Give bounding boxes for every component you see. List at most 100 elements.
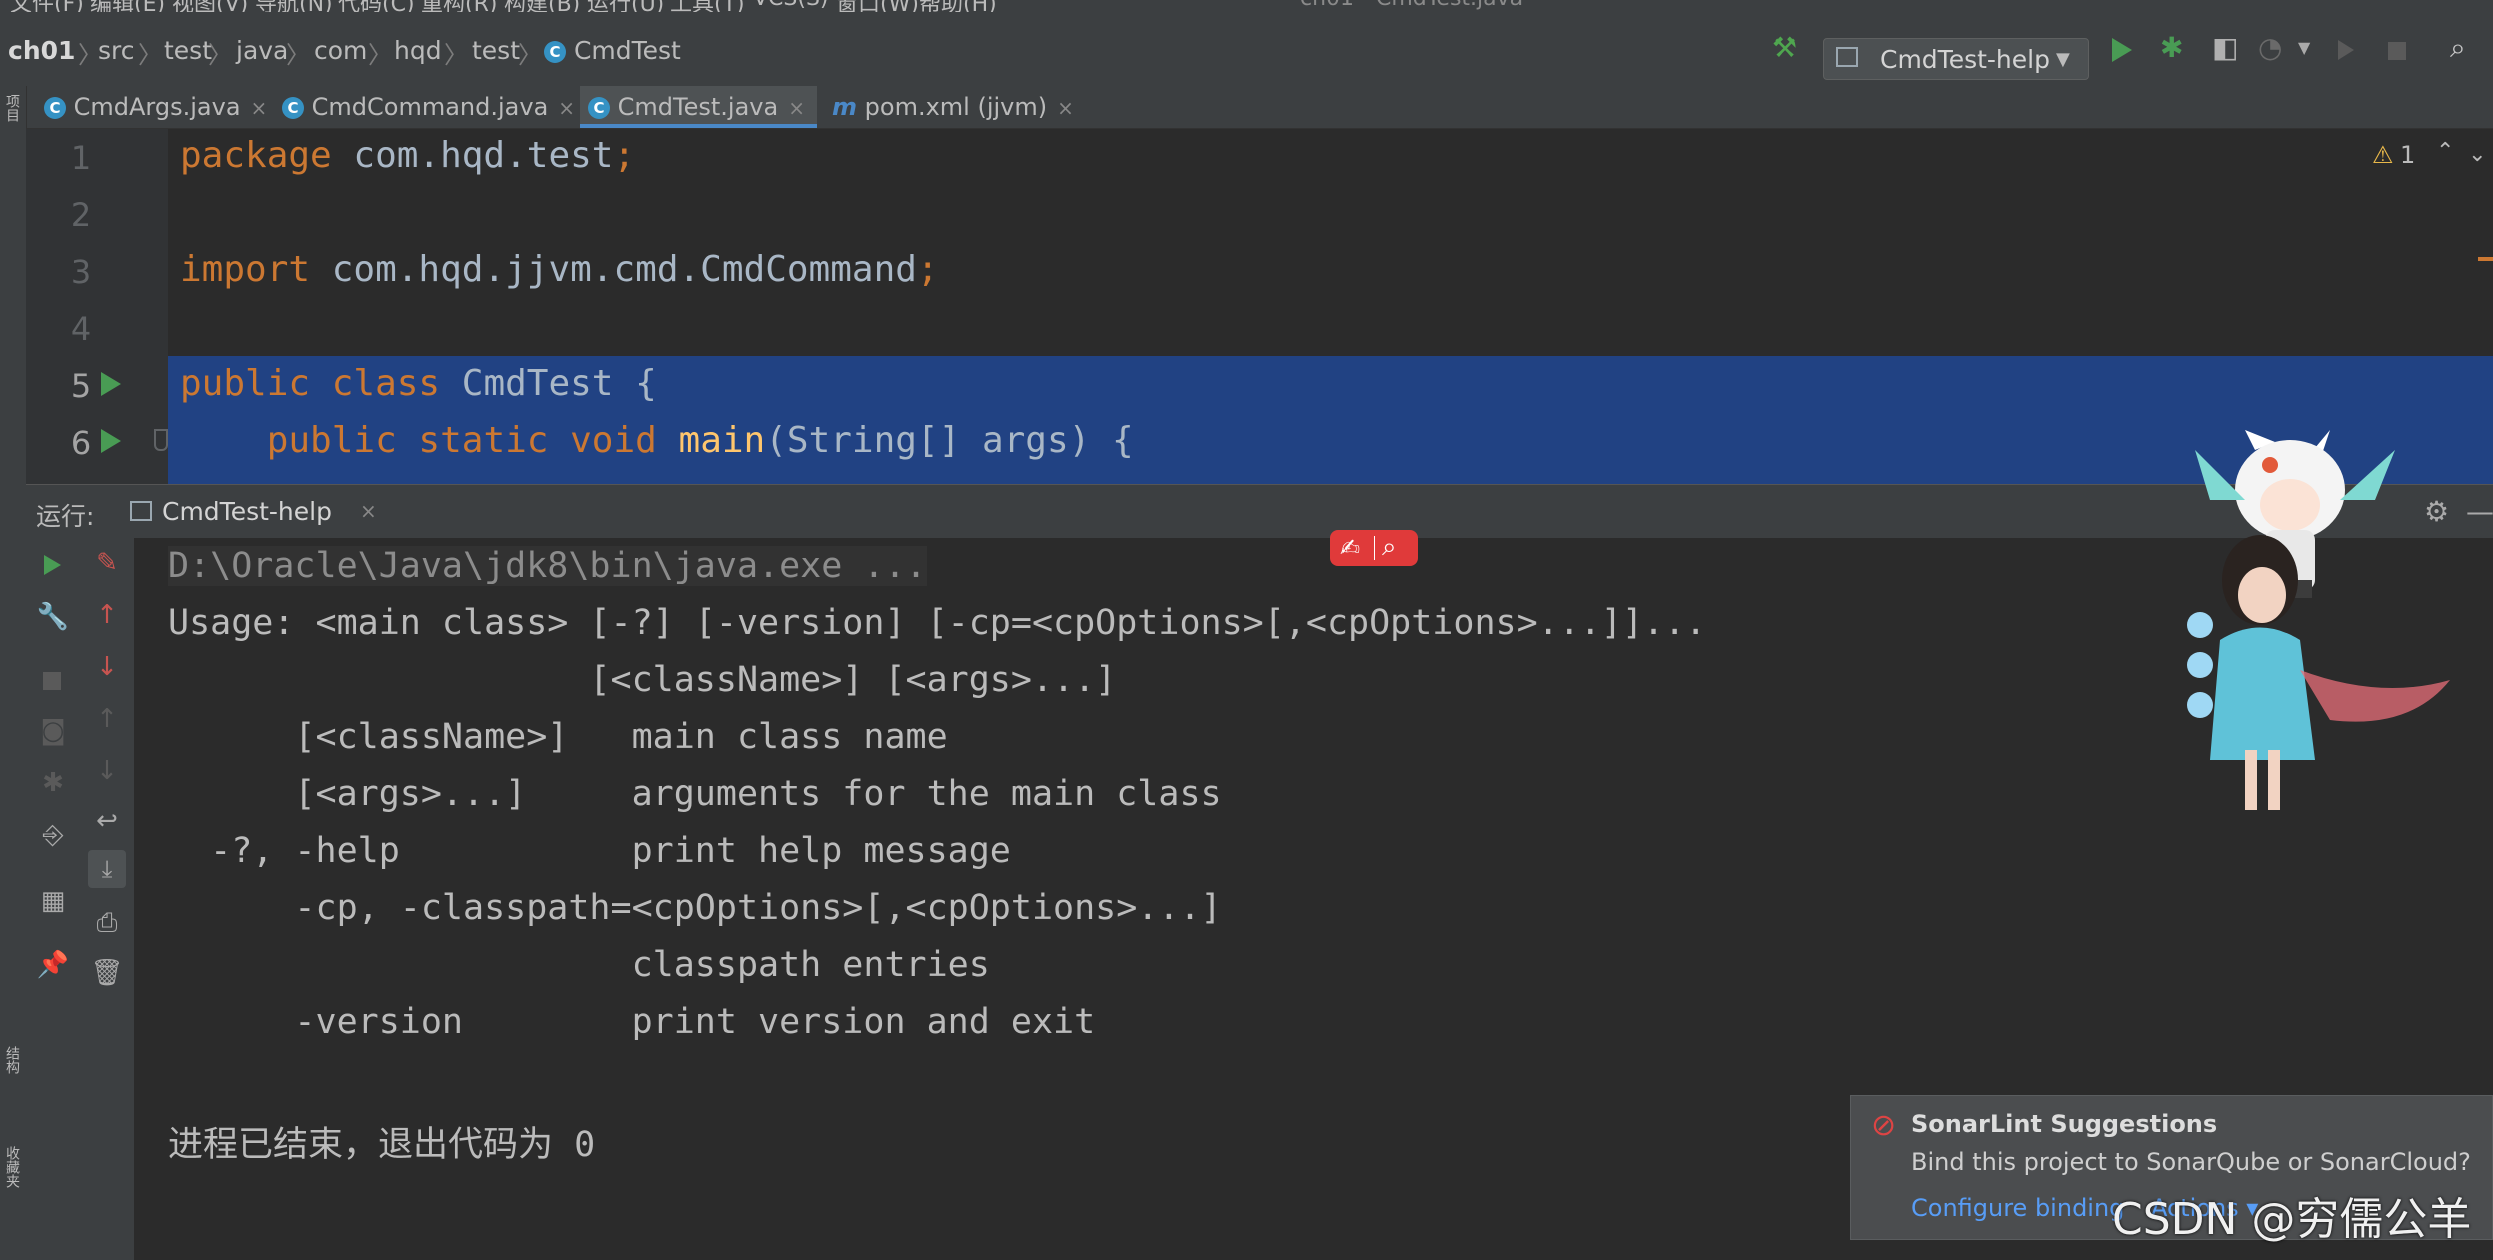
breadcrumb-hqd[interactable]: hqd <box>394 36 442 65</box>
pen-icon[interactable]: ✍ <box>1340 534 1360 562</box>
structure-tool-button[interactable]: 结构 <box>2 1046 22 1074</box>
chevron-up-icon[interactable]: ⌃ <box>2436 139 2454 164</box>
tab-cmdtest[interactable]: C CmdTest.java × <box>580 86 817 128</box>
class-declaration: CmdTest { <box>440 363 657 404</box>
close-icon[interactable]: × <box>788 96 805 120</box>
favorites-tool-button[interactable]: 收藏夹 <box>2 1146 22 1188</box>
anime-avatar-overlay <box>2187 430 2450 810</box>
breadcrumb-com[interactable]: com <box>314 36 367 65</box>
soft-wrap-icon[interactable]: ↩ <box>80 808 134 834</box>
fold-icon[interactable] <box>154 429 168 451</box>
breadcrumb-test-package[interactable]: test <box>472 36 520 65</box>
widget-divider <box>1374 536 1375 560</box>
run-config-selector[interactable]: CmdTest-help ▼ <box>1823 38 2089 80</box>
wrench-icon[interactable]: 🔧 <box>26 604 80 630</box>
close-icon[interactable]: × <box>558 96 575 120</box>
profile-icon[interactable]: ◔ <box>2258 34 2282 62</box>
line-number: 4 <box>70 310 92 348</box>
breadcrumb-class[interactable]: C CmdTest <box>544 36 681 65</box>
print-icon[interactable]: ⎙ <box>80 910 134 936</box>
project-tool-button[interactable]: 项目 <box>2 94 22 122</box>
arrow-down-icon[interactable]: ↓ <box>80 654 134 680</box>
debug-icon[interactable]: ✱ <box>26 770 80 796</box>
search-icon[interactable]: ⌕ <box>2450 34 2466 62</box>
chevron-down-icon[interactable]: ⌃ <box>2468 139 2486 164</box>
configure-binding-link[interactable]: Configure binding <box>1911 1194 2124 1222</box>
close-icon[interactable]: × <box>360 499 377 523</box>
run-icon[interactable] <box>2112 38 2132 62</box>
process-exit-message: 进程已结束，退出代码为 0 <box>168 1125 596 1165</box>
tab-cmdcommand[interactable]: C CmdCommand.java × <box>276 86 581 128</box>
method-signature: (String[] args) { <box>765 420 1134 461</box>
menu-run[interactable]: 运行(U) <box>587 0 664 12</box>
scroll-end-icon: ⤓ <box>101 855 113 883</box>
hammer-icon[interactable]: ⚒ <box>1772 34 1797 62</box>
scroll-to-end-button[interactable]: ⤓ <box>88 850 126 888</box>
menu-navigate[interactable]: 导航(N) <box>255 0 333 12</box>
step-icon[interactable] <box>2338 40 2354 60</box>
exit-icon[interactable]: ⎆ <box>26 822 80 848</box>
menu-view[interactable]: 视图(V) <box>172 0 248 12</box>
line-number: 2 <box>70 196 92 234</box>
menu-edit[interactable]: 编辑(E) <box>90 0 165 12</box>
menu-build[interactable]: 构建(B) <box>504 0 580 12</box>
menu-tools[interactable]: 工具(T) <box>670 0 745 12</box>
code-editor[interactable]: package com.hqd.test; import com.hqd.jjv… <box>168 129 2493 484</box>
csdn-watermark: CSDN @穷儒公羊 <box>2112 1194 2472 1245</box>
layout-icon[interactable]: ▦ <box>26 888 80 914</box>
semicolon: ; <box>613 135 636 176</box>
clear-edit-icon[interactable]: ✎ <box>80 550 134 576</box>
console-line: -cp, -classpath=<cpOptions>[,<cpOptions>… <box>168 888 1222 928</box>
console-line: classpath entries <box>168 945 990 985</box>
close-icon[interactable]: × <box>251 96 268 120</box>
stop-icon[interactable] <box>2388 42 2406 60</box>
run-config-icon <box>130 501 152 521</box>
breadcrumb-test[interactable]: test <box>164 36 212 65</box>
breadcrumb-src[interactable]: src <box>98 36 135 65</box>
warning-icon[interactable]: ⚠ <box>2372 141 2394 169</box>
search-icon[interactable]: ⌕ <box>1382 532 1397 563</box>
editor-gutter: 1 2 3 4 5 6 <box>26 129 168 484</box>
tab-cmdargs[interactable]: C CmdArgs.java × <box>38 86 273 128</box>
keyword: import <box>180 249 311 290</box>
console-line: Usage: <main class> [-?] [-version] [-cp… <box>168 603 1707 643</box>
camera-icon[interactable]: ◙ <box>26 718 80 744</box>
arrow-up-disabled-icon[interactable]: ↑ <box>80 706 134 732</box>
console-command-line[interactable]: D:\Oracle\Java\jdk8\bin\java.exe ... <box>168 546 927 586</box>
menu-code[interactable]: 代码(C) <box>338 0 415 12</box>
class-icon: C <box>282 97 304 119</box>
menu-file[interactable]: 文件(F) <box>10 0 84 12</box>
close-icon[interactable]: × <box>1057 96 1074 120</box>
menu-help[interactable]: 帮助(H) <box>919 0 997 12</box>
run-class-gutter-icon[interactable] <box>101 372 121 396</box>
breadcrumb-class-label: CmdTest <box>573 36 681 65</box>
console-line: -?, -help print help message <box>168 831 1011 871</box>
error-stripe-marker[interactable] <box>2478 257 2493 261</box>
breadcrumb-separator: 〉 <box>138 41 162 69</box>
tab-label: CmdCommand.java <box>311 93 549 121</box>
translate-widget[interactable]: ✍ ⌕ <box>1330 530 1418 566</box>
arrow-down-disabled-icon[interactable]: ↓ <box>80 758 134 784</box>
run-main-gutter-icon[interactable] <box>101 429 121 453</box>
arrow-up-icon[interactable]: ↑ <box>80 602 134 628</box>
breadcrumb-project[interactable]: ch01 <box>8 36 75 65</box>
coverage-icon[interactable]: ◧ <box>2212 34 2238 62</box>
stop-icon[interactable] <box>43 672 61 690</box>
line-number: 5 <box>70 367 92 405</box>
tab-pom[interactable]: m pom.xml (jjvm) × <box>826 86 1080 128</box>
snowflake-icons <box>2187 612 2213 718</box>
breadcrumb-separator: 〉 <box>368 41 392 69</box>
debug-icon[interactable]: ✱ <box>2160 34 2183 62</box>
left-tool-strip: 项目 结构 收藏夹 <box>0 86 27 1260</box>
menu-refactor[interactable]: 重构(R) <box>421 0 497 12</box>
dropdown-icon[interactable]: ▼ <box>2298 40 2310 56</box>
rerun-icon[interactable] <box>44 555 61 575</box>
breadcrumb-java[interactable]: java <box>236 36 288 65</box>
menu-vcs[interactable]: VCS(S) <box>753 0 829 11</box>
code-line-1: package com.hqd.test; <box>180 135 635 176</box>
menu-window[interactable]: 窗口(W) <box>836 0 919 12</box>
pin-icon[interactable]: 📌 <box>26 952 80 978</box>
run-config-label: CmdTest-help <box>1880 45 2050 74</box>
trash-icon[interactable]: 🗑 <box>80 960 134 986</box>
